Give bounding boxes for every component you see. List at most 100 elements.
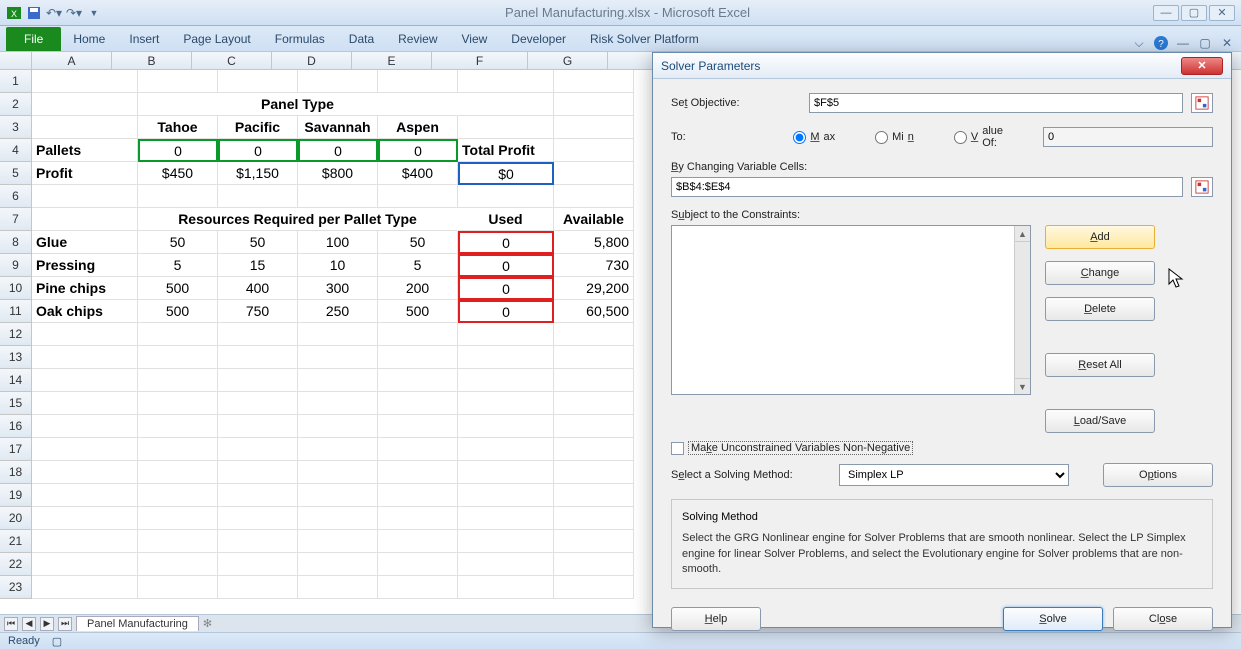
tab-nav-first[interactable]: ⏮ xyxy=(4,617,18,631)
cell[interactable]: 250 xyxy=(298,300,378,323)
cell[interactable] xyxy=(554,323,634,346)
cell[interactable] xyxy=(554,93,634,116)
window-minimize-icon[interactable]: — xyxy=(1175,35,1191,51)
scrollbar[interactable]: ▲ ▼ xyxy=(1014,226,1030,394)
options-button[interactable]: Options xyxy=(1103,463,1213,487)
pallets-label[interactable]: Pallets xyxy=(32,139,138,162)
cell[interactable] xyxy=(138,530,218,553)
cell[interactable] xyxy=(554,162,634,185)
row-header[interactable]: 1 xyxy=(0,70,32,93)
cell[interactable]: 15 xyxy=(218,254,298,277)
cell[interactable] xyxy=(378,323,458,346)
maximize-button[interactable]: ▢ xyxy=(1181,5,1207,21)
cell[interactable] xyxy=(554,392,634,415)
solve-button[interactable]: Solve xyxy=(1003,607,1103,631)
help-icon[interactable]: ? xyxy=(1153,35,1169,51)
row-header[interactable]: 15 xyxy=(0,392,32,415)
tab-data[interactable]: Data xyxy=(337,27,386,51)
cell[interactable] xyxy=(32,116,138,139)
cell[interactable] xyxy=(218,323,298,346)
cell[interactable] xyxy=(378,346,458,369)
cell[interactable]: 10 xyxy=(298,254,378,277)
cell[interactable] xyxy=(298,415,378,438)
cell[interactable] xyxy=(138,461,218,484)
cell[interactable] xyxy=(554,116,634,139)
tab-view[interactable]: View xyxy=(450,27,500,51)
cell[interactable] xyxy=(32,507,138,530)
cell[interactable] xyxy=(378,553,458,576)
load-save-button[interactable]: Load/Save xyxy=(1045,409,1155,433)
cell[interactable] xyxy=(218,438,298,461)
cell-profit[interactable]: $800 xyxy=(298,162,378,185)
row-header[interactable]: 23 xyxy=(0,576,32,599)
cell[interactable] xyxy=(298,346,378,369)
used-cell[interactable]: 0 xyxy=(458,277,554,300)
tab-nav-last[interactable]: ⏭ xyxy=(58,617,72,631)
tab-review[interactable]: Review xyxy=(386,27,449,51)
add-button[interactable]: Add xyxy=(1045,225,1155,249)
cell[interactable] xyxy=(32,93,138,116)
cell-pallets[interactable]: 0 xyxy=(218,139,298,162)
unconstrained-checkbox[interactable]: Make Unconstrained Variables Non-Negativ… xyxy=(671,441,1213,455)
scroll-down-icon[interactable]: ▼ xyxy=(1015,378,1030,394)
cell[interactable] xyxy=(218,507,298,530)
dialog-titlebar[interactable]: Solver Parameters ✕ xyxy=(653,53,1231,79)
cell[interactable]: Pacific xyxy=(218,116,298,139)
row-header[interactable]: 2 xyxy=(0,93,32,116)
cell[interactable] xyxy=(138,576,218,599)
total-profit-label[interactable]: Total Profit xyxy=(458,139,554,162)
method-select[interactable]: Simplex LP xyxy=(839,464,1069,486)
cell[interactable]: 500 xyxy=(138,300,218,323)
row-header[interactable]: 11 xyxy=(0,300,32,323)
cell[interactable]: 750 xyxy=(218,300,298,323)
save-icon[interactable] xyxy=(26,5,42,21)
cell[interactable] xyxy=(554,461,634,484)
cell[interactable] xyxy=(32,484,138,507)
cell[interactable] xyxy=(378,415,458,438)
used-cell[interactable]: 0 xyxy=(458,300,554,323)
reset-all-button[interactable]: Reset All xyxy=(1045,353,1155,377)
cell[interactable] xyxy=(218,346,298,369)
cell[interactable] xyxy=(554,369,634,392)
cell[interactable] xyxy=(378,461,458,484)
row-header[interactable]: 6 xyxy=(0,185,32,208)
cell[interactable] xyxy=(298,461,378,484)
cell[interactable] xyxy=(298,438,378,461)
cell[interactable] xyxy=(458,484,554,507)
row-header[interactable]: 20 xyxy=(0,507,32,530)
cell-profit[interactable]: $1,150 xyxy=(218,162,298,185)
redo-icon[interactable]: ↷▾ xyxy=(66,5,82,21)
cell[interactable] xyxy=(218,553,298,576)
cell[interactable] xyxy=(218,185,298,208)
cell[interactable] xyxy=(298,70,378,93)
cell[interactable]: Tahoe xyxy=(138,116,218,139)
cell[interactable] xyxy=(32,70,138,93)
radio-value-of[interactable]: Value Of: xyxy=(954,125,1003,149)
radio-max[interactable]: Max xyxy=(793,131,835,144)
cell[interactable] xyxy=(378,369,458,392)
tab-file[interactable]: File xyxy=(6,27,61,51)
cell[interactable] xyxy=(32,369,138,392)
tab-developer[interactable]: Developer xyxy=(499,27,578,51)
tab-page-layout[interactable]: Page Layout xyxy=(171,27,262,51)
cell[interactable]: 100 xyxy=(298,231,378,254)
resource-name[interactable]: Pine chips xyxy=(32,277,138,300)
cell[interactable] xyxy=(298,323,378,346)
col-header[interactable]: C xyxy=(192,52,272,69)
cell[interactable] xyxy=(378,185,458,208)
scroll-up-icon[interactable]: ▲ xyxy=(1015,226,1030,242)
resource-name[interactable]: Pressing xyxy=(32,254,138,277)
dialog-close-button[interactable]: ✕ xyxy=(1181,57,1223,75)
cell[interactable] xyxy=(458,185,554,208)
cell[interactable] xyxy=(138,415,218,438)
radio-min-input[interactable] xyxy=(875,131,888,144)
available-cell[interactable]: 60,500 xyxy=(554,300,634,323)
cell[interactable] xyxy=(218,415,298,438)
checkbox-icon[interactable] xyxy=(671,442,684,455)
undo-icon[interactable]: ↶▾ xyxy=(46,5,62,21)
cell[interactable] xyxy=(298,185,378,208)
cell[interactable] xyxy=(458,369,554,392)
cell[interactable] xyxy=(458,323,554,346)
cell[interactable] xyxy=(458,70,554,93)
cell[interactable] xyxy=(554,70,634,93)
